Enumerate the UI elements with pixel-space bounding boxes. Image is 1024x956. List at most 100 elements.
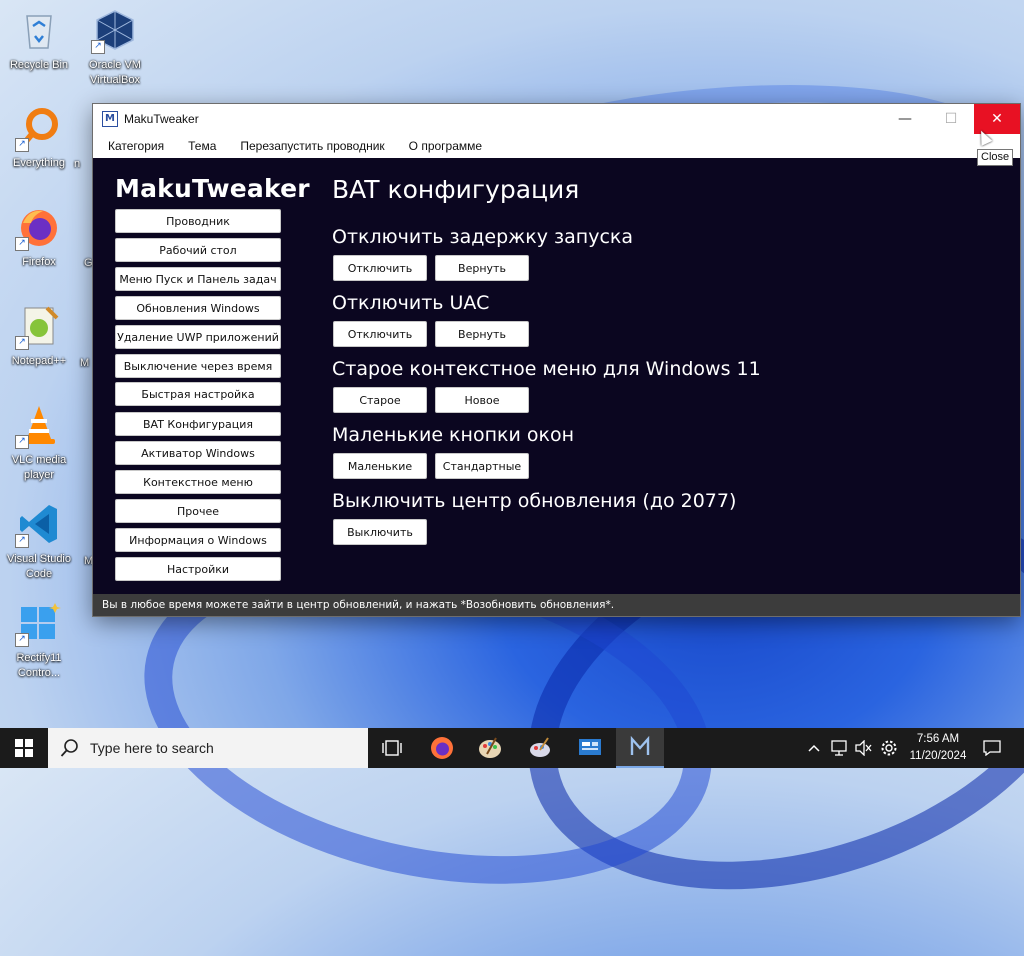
desktop-icon-label: VLC media player (11, 454, 67, 481)
desktop-icon-recycle-bin[interactable]: Recycle Bin (0, 8, 78, 73)
shortcut-arrow-icon: ↗ (15, 435, 29, 449)
taskbar-app[interactable] (566, 728, 614, 768)
partial-desktop-label: M (80, 357, 90, 369)
taskbar-search-box[interactable]: Type here to search (48, 728, 368, 768)
desktop-icon-label: Firefox (22, 256, 56, 268)
show-hidden-icons-button[interactable] (804, 728, 824, 768)
shortcut-arrow-icon: ↗ (15, 237, 29, 251)
sidebar-item-windows-updates[interactable]: Обновления Windows (115, 296, 281, 320)
clock-date: 11/20/2024 (909, 750, 967, 762)
title-bar[interactable]: M MakuTweaker — ☐ ✕ (93, 104, 1020, 134)
desktop-icon-firefox[interactable]: ↗ Firefox (0, 205, 78, 270)
volume-muted-icon (855, 740, 872, 756)
old-context-menu-button[interactable]: Старое (333, 387, 427, 413)
section-title: Отключить UAC (332, 292, 490, 314)
shortcut-arrow-icon: ↗ (91, 40, 105, 54)
taskbar-clock[interactable]: 7:56 AM 11/20/2024 (902, 731, 974, 765)
magnifier-icon: ↗ (15, 106, 61, 152)
menu-theme[interactable]: Тема (179, 139, 225, 153)
start-button[interactable] (0, 728, 48, 768)
disable-startup-delay-button[interactable]: Отключить (333, 255, 427, 281)
desktop-icon-label: Rectify11 Contro... (16, 652, 62, 679)
desktop-icon-vlc[interactable]: ↗ VLC media player (0, 403, 78, 483)
close-tooltip: Close (977, 149, 1014, 166)
menu-bar: Категория Тема Перезапустить проводник О… (93, 134, 1020, 159)
restore-startup-delay-button[interactable]: Вернуть (435, 255, 529, 281)
restore-uac-button[interactable]: Вернуть (435, 321, 529, 347)
desktop-icon-label: Oracle VM VirtualBox (89, 59, 141, 86)
section-title: Маленькие кнопки окон (332, 424, 574, 446)
page-title: BAT конфигурация (332, 175, 580, 204)
app-logo-icon: M (102, 111, 118, 127)
search-placeholder: Type here to search (90, 740, 214, 756)
task-view-button[interactable] (368, 728, 416, 768)
menu-category[interactable]: Категория (99, 139, 173, 153)
sidebar-item-shutdown-timer[interactable]: Выключение через время (115, 354, 281, 378)
desktop-icon-virtualbox[interactable]: ↗ Oracle VM VirtualBox (76, 8, 154, 88)
maximize-button[interactable]: ☐ (928, 104, 974, 134)
desktop-icon-label: Everything (13, 157, 65, 169)
sidebar-item-context-menu[interactable]: Контекстное меню (115, 470, 281, 494)
sidebar-item-windows-info[interactable]: Информация о Windows (115, 528, 281, 552)
volume-button[interactable] (852, 728, 874, 768)
palette-icon (479, 737, 501, 758)
shortcut-arrow-icon: ↗ (15, 336, 29, 350)
app-brand: MakuTweaker (115, 174, 310, 203)
taskbar-firefox[interactable] (418, 728, 466, 768)
control-panel-icon (579, 739, 601, 755)
task-view-icon (382, 740, 402, 756)
desktop-icon-notepadpp[interactable]: ↗ Notepad++ (0, 304, 78, 369)
sidebar-item-bat-config[interactable]: BAT Конфигурация (115, 412, 281, 436)
network-icon (831, 740, 847, 756)
maku-tweaker-window: M MakuTweaker — ☐ ✕ Категория Тема Перез… (93, 104, 1020, 616)
notifications-button[interactable] (978, 728, 1006, 768)
desktop-icon-vscode[interactable]: ↗ Visual Studio Code (0, 502, 78, 582)
taskbar-paint-alt[interactable] (516, 728, 564, 768)
desktop-icon-label: Visual Studio Code (6, 553, 71, 580)
sidebar-item-uwp-removal[interactable]: Удаление UWP приложений (115, 325, 281, 349)
disable-uac-button[interactable]: Отключить (333, 321, 427, 347)
vlc-cone-icon: ↗ (15, 403, 61, 449)
section-title: Отключить задержку запуска (332, 226, 634, 248)
window-title: MakuTweaker (124, 112, 199, 126)
windows-logo-icon (15, 739, 33, 757)
taskbar-paint[interactable] (466, 728, 514, 768)
main-content: MakuTweaker Проводник Рабочий стол Меню … (93, 158, 1020, 594)
sidebar-item-desktop[interactable]: Рабочий стол (115, 238, 281, 262)
settings-tray-button[interactable] (878, 728, 900, 768)
search-icon (60, 738, 80, 758)
recycle-bin-icon (17, 8, 61, 52)
status-bar: Вы в любое время можете зайти в центр об… (93, 594, 1020, 616)
sidebar-item-settings[interactable]: Настройки (115, 557, 281, 581)
sidebar-item-quick-setup[interactable]: Быстрая настройка (115, 382, 281, 406)
desktop-icon-label: Recycle Bin (9, 59, 69, 71)
minimize-button[interactable]: — (882, 104, 928, 134)
small-window-buttons-button[interactable]: Маленькие (333, 453, 427, 479)
menu-about[interactable]: О программе (400, 139, 491, 153)
desktop-icon-everything[interactable]: ↗ Everything (0, 106, 78, 171)
section-title: Выключить центр обновления (до 2077) (332, 490, 737, 512)
gear-icon (881, 740, 897, 756)
menu-restart-explorer[interactable]: Перезапустить проводник (231, 139, 393, 153)
sidebar-item-activator[interactable]: Активатор Windows (115, 441, 281, 465)
notepadpp-icon: ↗ (15, 304, 61, 350)
vscode-icon: ↗ (15, 502, 61, 548)
firefox-icon (431, 737, 453, 759)
new-context-menu-button[interactable]: Новое (435, 387, 529, 413)
partial-desktop-label: n (74, 158, 81, 170)
rectify11-icon: ↗ (15, 601, 61, 647)
virtualbox-icon: ↗ (91, 8, 137, 54)
sidebar-item-other[interactable]: Прочее (115, 499, 281, 523)
sidebar-item-explorer[interactable]: Проводник (115, 209, 281, 233)
section-title: Старое контекстное меню для Windows 11 (332, 358, 761, 380)
taskbar-makutweaker[interactable] (616, 728, 664, 768)
network-button[interactable] (828, 728, 850, 768)
clock-time: 7:56 AM (916, 733, 960, 745)
paint-icon (530, 737, 550, 757)
desktop-icon-rectify11[interactable]: ↗ Rectify11 Contro... (0, 601, 78, 681)
sidebar-item-start-taskbar[interactable]: Меню Пуск и Панель задач (115, 267, 281, 291)
shortcut-arrow-icon: ↗ (15, 138, 29, 152)
standard-window-buttons-button[interactable]: Стандартные (435, 453, 529, 479)
disable-update-center-button[interactable]: Выключить (333, 519, 427, 545)
notification-icon (983, 740, 1001, 756)
